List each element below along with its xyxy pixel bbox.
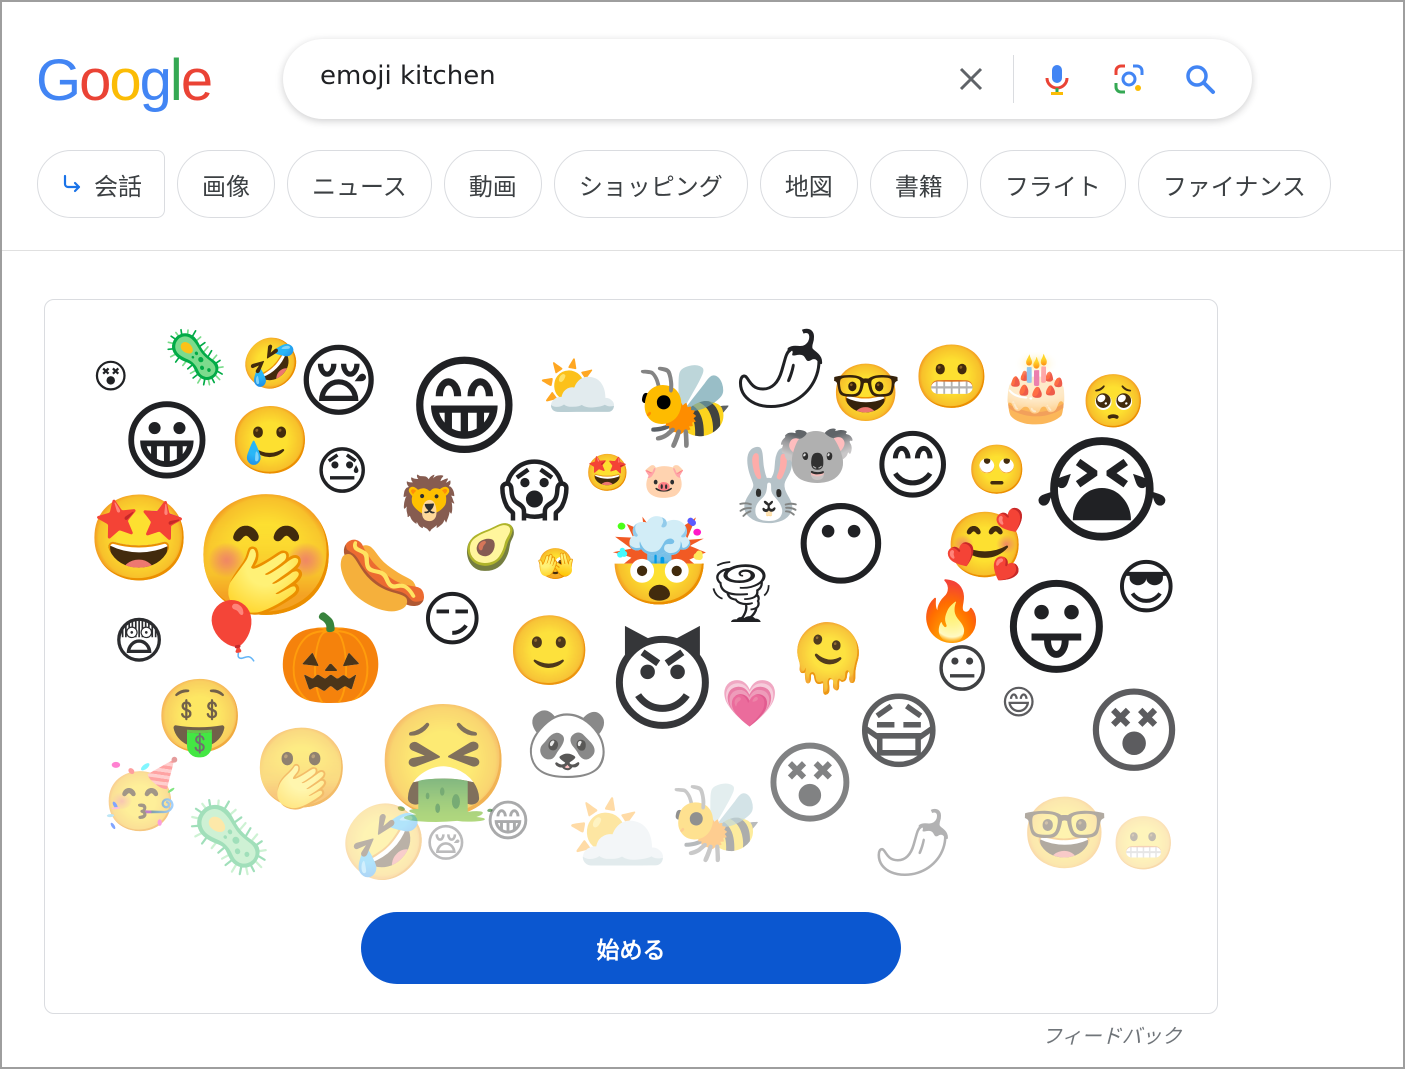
filter-chip[interactable]: ショッピング	[553, 150, 748, 218]
microbe-emoji: 🦠	[185, 796, 273, 878]
filter-chip[interactable]: 動画	[443, 150, 542, 218]
filter-chip-label: 会話	[94, 172, 142, 201]
return-arrow-icon	[63, 174, 81, 193]
rolling-eyes-emoji: 🙄	[967, 442, 1027, 498]
laughing-face-emoji: 😄	[1001, 683, 1037, 723]
grimace-face-emoji: 😬	[913, 340, 991, 413]
neutral-face-emoji: 😐	[935, 640, 990, 700]
sunglasses-emoji: 😎	[1115, 553, 1178, 623]
search-icon[interactable]	[1182, 61, 1218, 97]
logo-letter: g	[139, 48, 172, 113]
filter-chip[interactable]: ファイナンス	[1137, 150, 1331, 218]
smirk-face-emoji: 😏	[421, 585, 484, 655]
star-struck-emoji: 🤩	[87, 489, 192, 587]
emoji-kitchen-card: 😵 🦠 🤣 😪 😁 ⛅ 🐝 🌶 🤓 😬 🎂 🥺 😀 🥲 😓 😱 🤩 🐷 🐰 🐨 😊 🙄 😭 🤩 🤭 🦁 🥑 🫣 🤯 🌪 😶 🥰 🌭 😨 🎈 🎃 😏 🙂 😈 🫠…	[44, 299, 1218, 1014]
sun-cloud-emoji: ⛅	[537, 349, 620, 426]
tornado-emoji: 🌪	[703, 557, 780, 627]
flower-face-emoji: 🤩	[585, 453, 630, 494]
dizzy-face-emoji: 😵	[763, 732, 857, 837]
logo-letter: o	[109, 48, 141, 113]
mask-face-emoji: 😷	[855, 683, 943, 781]
pig-emoji: 🐷	[643, 461, 686, 501]
filter-chip[interactable]: 地図	[759, 150, 858, 218]
fire-emoji: 🔥	[915, 577, 988, 645]
pink-heart-emoji: 💗	[721, 676, 779, 730]
scream-face-emoji: 😱	[499, 452, 570, 531]
grinning-face-emoji: 😁	[407, 343, 522, 471]
search-bar[interactable]: emoji kitchen	[283, 39, 1252, 119]
sun-cloud-emoji: ⛅	[565, 785, 670, 883]
filter-chip-label: ショッピング	[578, 172, 723, 201]
microbe-emoji: 🦠	[163, 328, 228, 388]
tearful-smile-emoji: 🥲	[229, 402, 312, 479]
hotdog-emoji: 🌭	[335, 531, 430, 620]
filter-chip-label: 書籍	[894, 172, 943, 201]
filter-chip[interactable]: ニュース	[287, 150, 432, 218]
feedback-link[interactable]: フィードバック	[1042, 1020, 1182, 1049]
emoji-collage: 😵 🦠 🤣 😪 😁 ⛅ 🐝 🌶 🤓 😬 🎂 🥺 😀 🥲 😓 😱 🤩 🐷 🐰 🐨 😊 🙄 😭 🤩 🤭 🦁 🥑 🫣 🤯 🌪 😶 🥰 🌭 😨 🎈 🎃 😏 🙂 😈 🫠…	[45, 300, 1217, 1013]
chili-pepper-emoji: 🌶	[871, 804, 955, 881]
grinning-face-emoji: 😁	[485, 796, 531, 847]
avocado-emoji: 🥑	[463, 522, 518, 573]
sleepy-face-emoji: 😪	[425, 821, 467, 867]
bee-emoji: 🐝	[635, 359, 735, 452]
bee-emoji: 🐝	[669, 777, 764, 866]
hand-over-mouth-emoji: 🤭	[193, 486, 340, 624]
grin-face-emoji: 😀	[121, 390, 213, 493]
devil-emoji: 😈	[607, 623, 718, 746]
start-button[interactable]: 始める	[361, 912, 901, 984]
koala-emoji: 🐨	[777, 419, 857, 493]
filter-chip-label: ニュース	[312, 172, 407, 201]
search-filter-chips: 会話 画像 ニュース 動画 ショッピング 地図 書籍 フライト ファイナンス	[37, 150, 1331, 218]
filter-chip[interactable]: 画像	[177, 150, 275, 218]
quiet-face-emoji: 😶	[793, 492, 889, 599]
filter-chip-label: ファイナンス	[1162, 172, 1306, 201]
search-input[interactable]: emoji kitchen	[320, 61, 496, 91]
x-eyes-emoji: 😵	[1085, 678, 1183, 787]
lens-camera-icon[interactable]	[1111, 61, 1147, 97]
exploding-head-emoji: 🤯	[607, 513, 712, 611]
jack-o-lantern-emoji: 🎃	[277, 609, 385, 709]
filter-chip-label: 画像	[202, 172, 250, 201]
filter-chip[interactable]: 会話	[37, 150, 165, 218]
filter-chip-label: 地図	[784, 172, 833, 201]
google-logo[interactable]: Google	[36, 48, 213, 114]
grimace-face-emoji: 😬	[1111, 814, 1176, 874]
pleading-face-emoji: 🥺	[1081, 372, 1146, 432]
party-face-emoji: 🥳	[99, 756, 182, 833]
nerd-face-emoji: 🤓	[831, 361, 901, 426]
crying-face-emoji: 😭	[1033, 422, 1171, 560]
fearful-face-emoji: 😨	[113, 612, 166, 670]
search-divider	[1013, 55, 1014, 103]
logo-letter: e	[180, 48, 213, 113]
filter-chip-label: 動画	[468, 172, 517, 201]
rofl-emoji: 🤣	[241, 336, 301, 392]
clear-icon[interactable]	[953, 61, 989, 97]
money-face-emoji: 🤑	[155, 674, 245, 758]
nerd-face-emoji: 🤓	[1021, 792, 1109, 874]
panda-emoji: 🐼	[525, 704, 610, 783]
logo-letter: G	[36, 48, 81, 113]
slight-smile-emoji: 🙂	[507, 612, 592, 691]
logo-letter: l	[169, 48, 183, 113]
filter-chip[interactable]: 書籍	[869, 150, 968, 218]
rofl-emoji: 🤣	[339, 800, 429, 884]
dizzy-face-emoji: 😵	[93, 357, 129, 397]
filter-chip-label: フライト	[1004, 172, 1101, 201]
lion-emoji: 🦁	[397, 474, 462, 534]
microphone-icon[interactable]	[1039, 61, 1075, 97]
birthday-cake-emoji: 🎂	[995, 348, 1078, 425]
chili-pepper-emoji: 🌶	[731, 324, 831, 414]
peeking-face-emoji: 🫣	[537, 547, 575, 582]
header-divider	[2, 250, 1403, 251]
balloon-emoji: 🎈	[197, 599, 267, 664]
tongue-face-emoji: 😛	[1001, 567, 1112, 690]
filter-chip[interactable]: フライト	[979, 150, 1126, 218]
logo-letter: o	[79, 48, 111, 113]
